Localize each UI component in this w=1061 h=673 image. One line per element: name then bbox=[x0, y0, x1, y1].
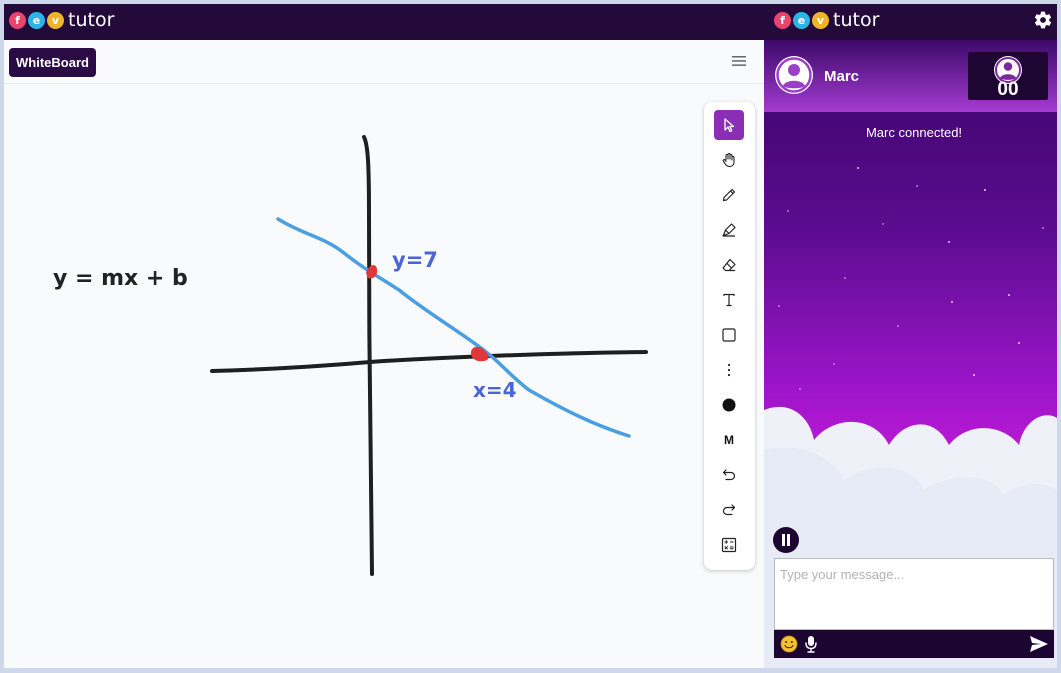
chat-pane: Marc 00 Marc connected! bbox=[764, 40, 1057, 668]
square-icon bbox=[722, 328, 736, 342]
size-letter-icon: M bbox=[724, 433, 734, 447]
hand-icon bbox=[722, 152, 735, 168]
equation-text: y = mx + b bbox=[53, 266, 188, 291]
send-icon[interactable] bbox=[1029, 635, 1049, 653]
pause-icon[interactable] bbox=[773, 527, 799, 553]
rectangle-tool[interactable] bbox=[714, 320, 744, 350]
whiteboard-pane: WhiteBoard y = mx + b y=7 x=4 M bbox=[4, 40, 764, 668]
eraser-tool[interactable] bbox=[714, 250, 744, 280]
drawing-toolbar: M bbox=[704, 102, 755, 570]
more-tool[interactable] bbox=[714, 355, 744, 385]
hamburger-icon[interactable] bbox=[732, 55, 746, 67]
whiteboard-header: WhiteBoard bbox=[4, 40, 764, 84]
peer-name: Marc bbox=[824, 68, 860, 85]
logo-letter-v: v bbox=[812, 11, 829, 29]
size-tool[interactable]: M bbox=[714, 425, 744, 455]
whiteboard-tab-button[interactable]: WhiteBoard bbox=[9, 48, 96, 77]
calculator-tool[interactable] bbox=[714, 530, 744, 560]
y-intercept-label: y=7 bbox=[392, 248, 438, 272]
avatar-icon bbox=[775, 56, 813, 94]
participant-counter: 00 bbox=[968, 52, 1048, 100]
logo-letter-e: e bbox=[28, 11, 45, 29]
top-bar: f e v tutor f e v tutor bbox=[4, 4, 1057, 40]
peer-header: Marc 00 bbox=[764, 40, 1057, 112]
select-tool[interactable] bbox=[714, 110, 744, 140]
pan-tool[interactable] bbox=[714, 145, 744, 175]
marker-icon bbox=[722, 223, 736, 237]
redo-icon bbox=[722, 504, 736, 516]
logo-letter-v: v bbox=[47, 11, 64, 29]
board-logo: f e v tutor bbox=[9, 10, 114, 30]
connection-status-message: Marc connected! bbox=[865, 125, 963, 140]
undo-icon bbox=[722, 469, 736, 481]
chat-action-bar bbox=[774, 630, 1054, 658]
chat-logo: f e v tutor bbox=[774, 10, 879, 30]
y-axis-stroke bbox=[362, 135, 374, 576]
counter-value: 00 bbox=[997, 79, 1019, 100]
logo-letter-e: e bbox=[793, 11, 810, 29]
logo-word: tutor bbox=[833, 9, 880, 31]
undo-tool[interactable] bbox=[714, 460, 744, 490]
linear-function-stroke bbox=[276, 217, 631, 438]
redo-tool[interactable] bbox=[714, 495, 744, 525]
calculator-icon bbox=[721, 537, 737, 553]
text-icon bbox=[723, 293, 735, 307]
color-tool[interactable] bbox=[714, 390, 744, 420]
message-input[interactable] bbox=[774, 558, 1054, 630]
microphone-icon[interactable] bbox=[804, 635, 818, 653]
cursor-arrow-icon bbox=[724, 118, 735, 133]
drawing-canvas[interactable]: y = mx + b y=7 x=4 bbox=[4, 85, 764, 668]
x-axis-stroke bbox=[210, 350, 648, 373]
filled-circle-icon bbox=[722, 398, 736, 412]
logo-letter-f: f bbox=[774, 11, 791, 29]
emoji-icon[interactable] bbox=[780, 635, 798, 653]
marker-tool[interactable] bbox=[714, 215, 744, 245]
eraser-icon bbox=[722, 258, 736, 272]
logo-letter-f: f bbox=[9, 11, 26, 29]
logo-word: tutor bbox=[68, 9, 115, 31]
x-intercept-label: x=4 bbox=[473, 378, 517, 402]
text-tool[interactable] bbox=[714, 285, 744, 315]
pencil-tool[interactable] bbox=[714, 180, 744, 210]
vertical-dots-icon bbox=[727, 363, 731, 377]
pencil-icon bbox=[722, 188, 736, 202]
x-intercept-point bbox=[470, 346, 489, 362]
gear-icon[interactable] bbox=[1033, 10, 1053, 30]
